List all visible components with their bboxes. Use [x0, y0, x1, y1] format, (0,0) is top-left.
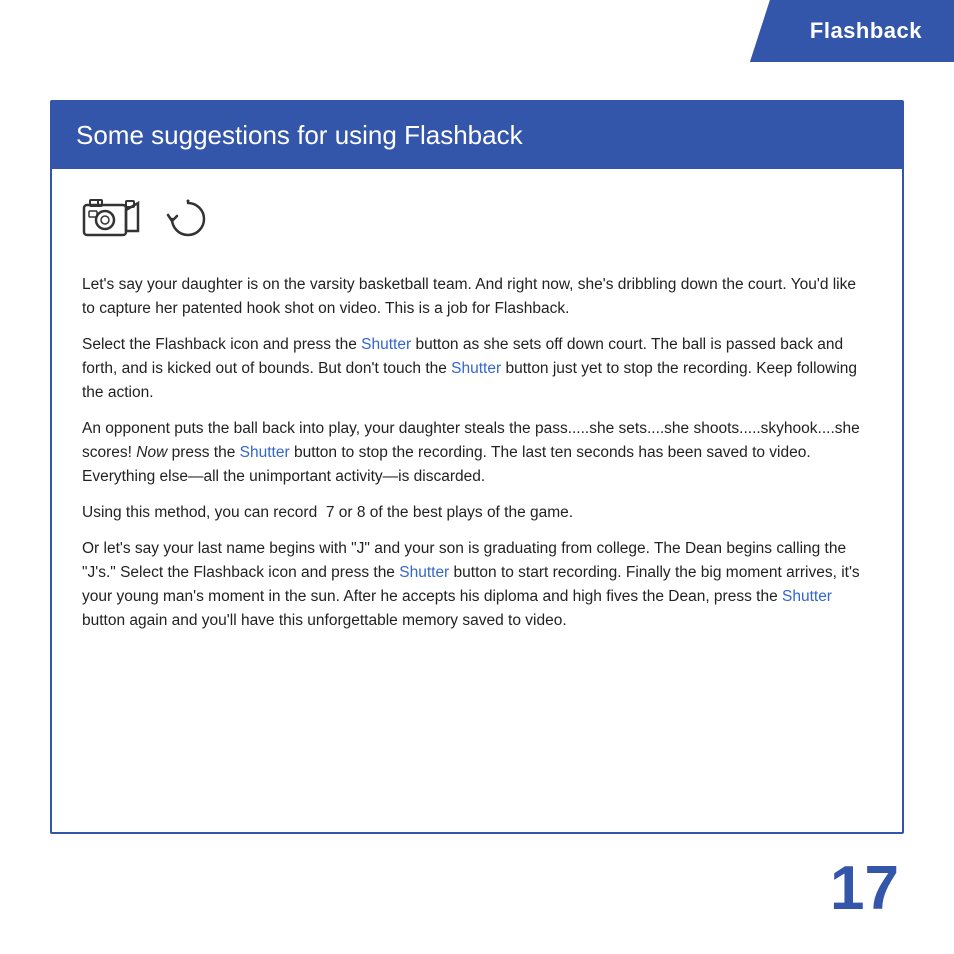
shutter-link-1: Shutter — [361, 336, 411, 353]
icon-row — [82, 193, 872, 245]
shutter-link-2: Shutter — [451, 360, 501, 377]
paragraph-5: Or let's say your last name begins with … — [82, 537, 872, 633]
paragraph-3: An opponent puts the ball back into play… — [82, 417, 872, 489]
timer-icon — [166, 197, 210, 241]
header-bar: Flashback — [750, 0, 954, 62]
main-content-box: Some suggestions for using Flashback — [50, 100, 904, 834]
camera-icon — [82, 193, 154, 245]
paragraph-4: Using this method, you can record 7 or 8… — [82, 501, 872, 525]
shutter-link-5: Shutter — [782, 588, 832, 605]
box-title-bar: Some suggestions for using Flashback — [52, 102, 902, 169]
header-title: Flashback — [810, 18, 922, 43]
now-italic: Now — [136, 444, 167, 461]
shutter-link-4: Shutter — [399, 564, 449, 581]
box-title: Some suggestions for using Flashback — [76, 120, 523, 150]
paragraph-1: Let's say your daughter is on the varsit… — [82, 273, 872, 321]
page-number: 17 — [830, 853, 899, 924]
shutter-link-3: Shutter — [240, 444, 290, 461]
paragraph-2: Select the Flashback icon and press the … — [82, 333, 872, 405]
box-content: Let's say your daughter is on the varsit… — [52, 169, 902, 675]
